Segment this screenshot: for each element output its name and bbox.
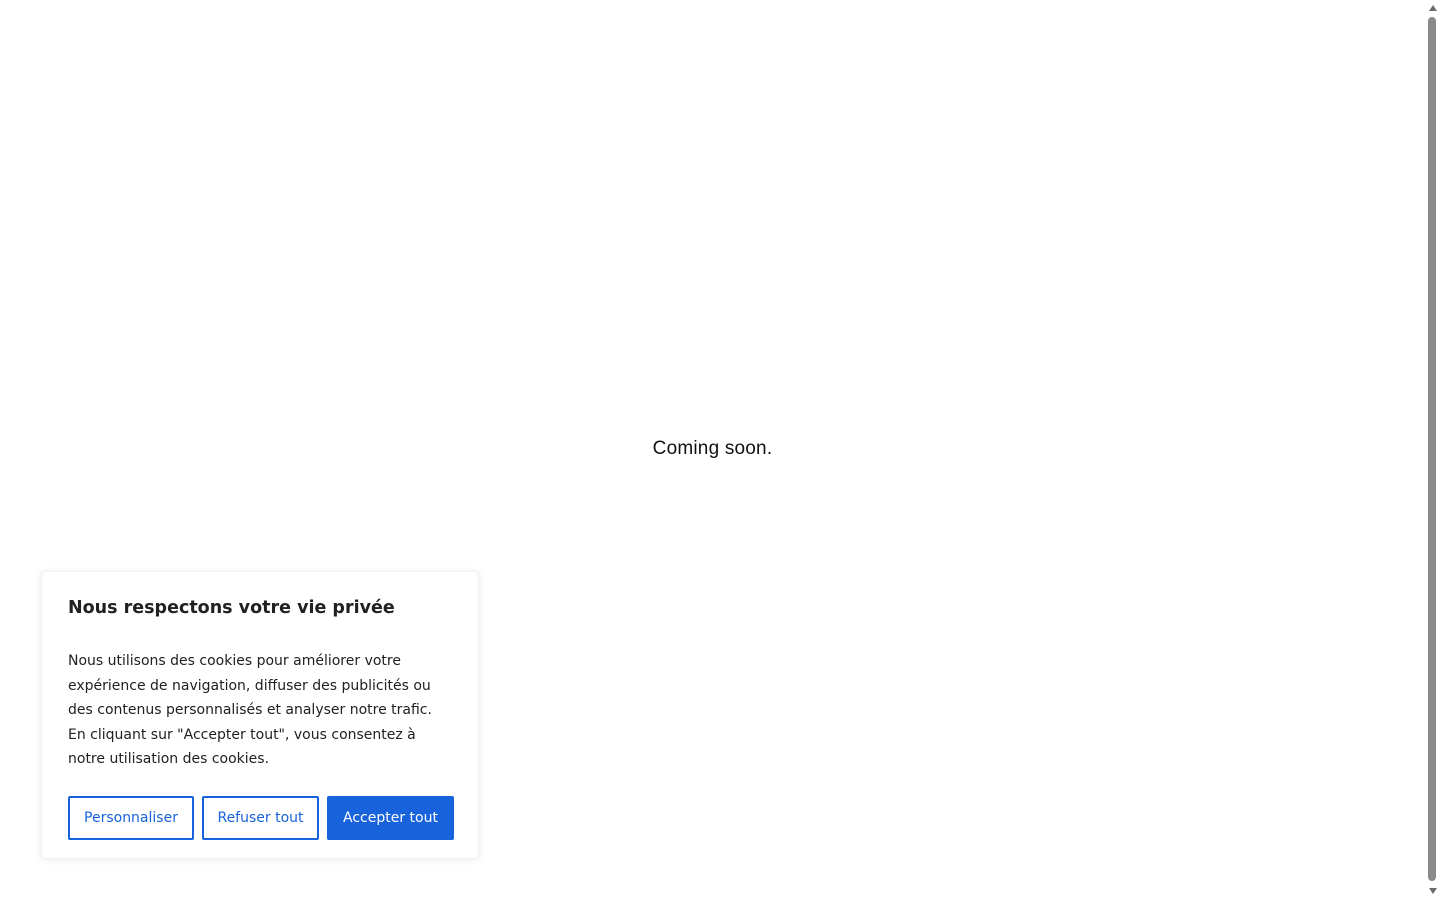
scrollbar-thumb[interactable] <box>1428 17 1436 881</box>
reject-all-button[interactable]: Refuser tout <box>202 796 319 840</box>
scroll-down-button[interactable] <box>1425 883 1440 898</box>
triangle-up-icon <box>1428 4 1437 11</box>
cookie-banner-description: Nous utilisons des cookies pour améliore… <box>68 653 432 767</box>
cookie-consent-banner: Nous respectons votre vie privée Nous ut… <box>41 571 479 859</box>
coming-soon-message: Coming soon. <box>652 438 773 459</box>
customize-button[interactable]: Personnaliser <box>68 796 194 840</box>
cookie-banner-title: Nous respectons votre vie privée <box>68 598 395 618</box>
scroll-up-button[interactable] <box>1425 0 1440 15</box>
accept-all-button[interactable]: Accepter tout <box>327 796 454 840</box>
page-content: Coming soon. Nous respectons votre vie p… <box>0 0 1425 900</box>
vertical-scrollbar[interactable] <box>1425 0 1440 900</box>
triangle-down-icon <box>1428 887 1437 894</box>
